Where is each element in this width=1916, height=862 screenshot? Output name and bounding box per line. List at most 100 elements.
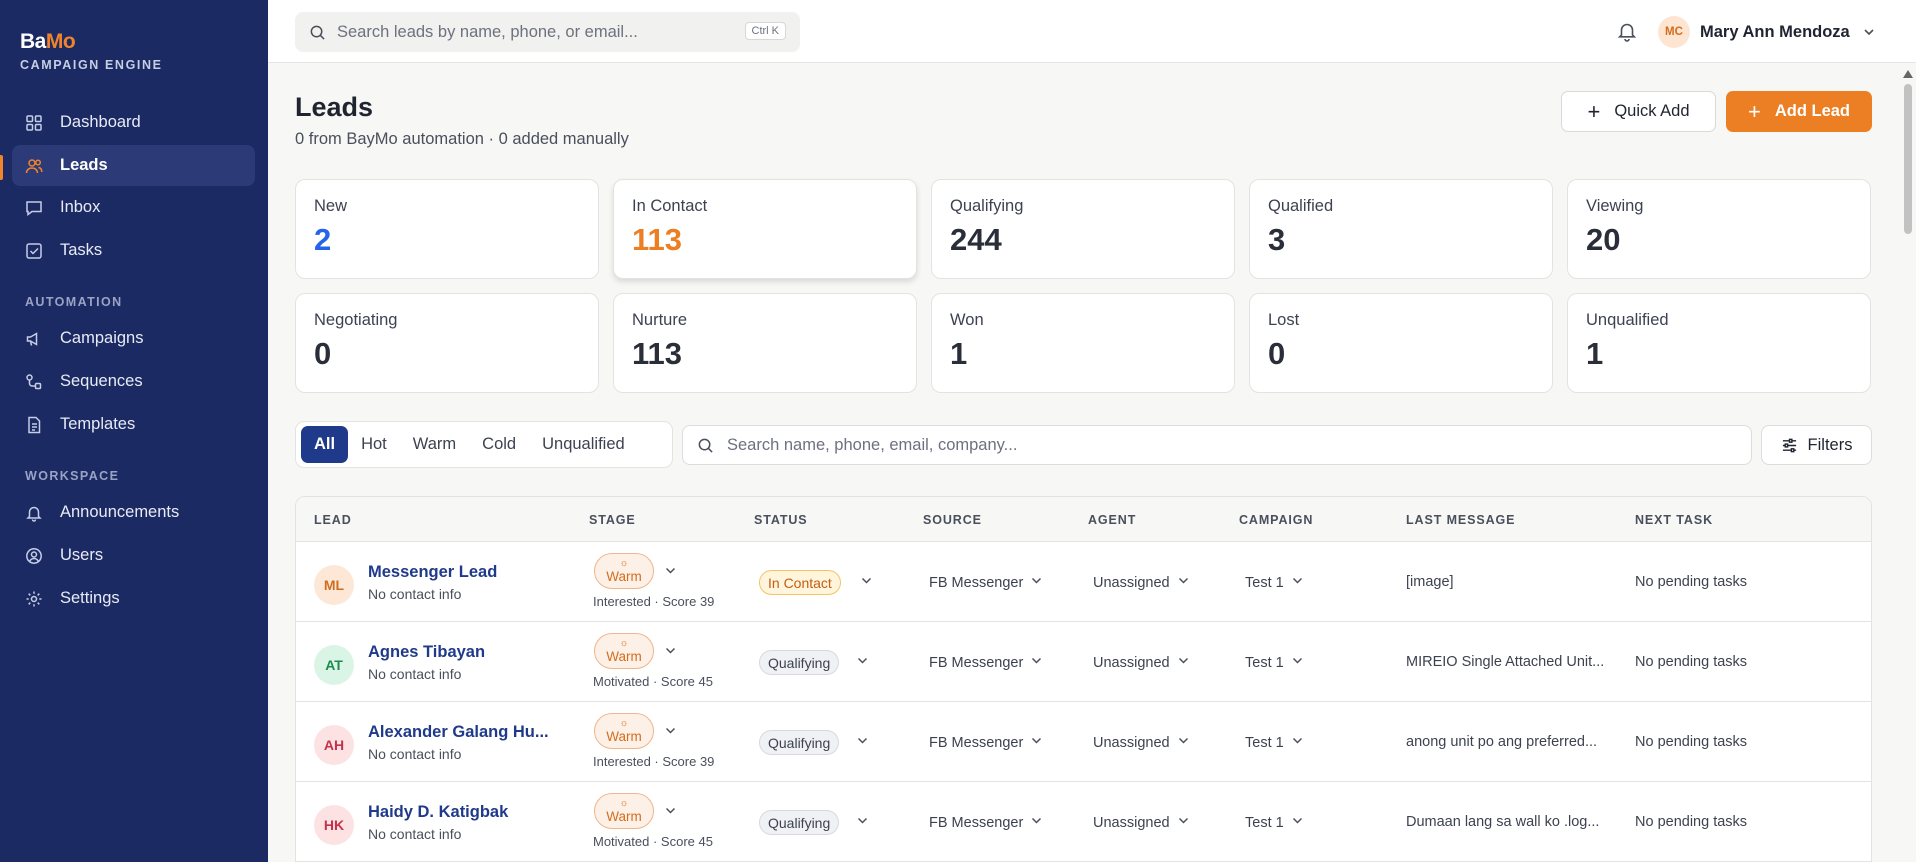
- status-badge[interactable]: Qualifying: [759, 650, 840, 675]
- sidebar-item-leads[interactable]: Leads: [12, 145, 255, 186]
- table-row[interactable]: AT Agnes Tibayan No contact info ☼ Warm Motiv…: [296, 622, 1871, 702]
- column-header-lead[interactable]: LEAD: [314, 513, 352, 527]
- quick-add-button[interactable]: + Quick Add: [1561, 91, 1716, 132]
- agent-dropdown[interactable]: Unassigned: [1093, 650, 1190, 675]
- lead-name-link[interactable]: Haidy D. Katigbak: [368, 803, 553, 822]
- user-circle-icon: [25, 547, 43, 565]
- chevron-down-icon[interactable]: [664, 564, 677, 577]
- stat-label: Viewing: [1586, 197, 1644, 215]
- lead-avatar: AH: [314, 725, 354, 765]
- stat-card-won[interactable]: Won 1: [931, 293, 1235, 393]
- sidebar-item-inbox[interactable]: Inbox: [12, 187, 255, 228]
- status-badge[interactable]: In Contact: [759, 570, 841, 595]
- stat-card-unqualified[interactable]: Unqualified 1: [1567, 293, 1871, 393]
- column-header-last-message[interactable]: LAST MESSAGE: [1406, 513, 1515, 527]
- chevron-down-icon[interactable]: [664, 644, 677, 657]
- stat-label: Lost: [1268, 311, 1300, 329]
- column-header-status[interactable]: STATUS: [754, 513, 808, 527]
- stat-value: 1: [1586, 336, 1604, 371]
- stat-value: 244: [950, 222, 1002, 257]
- sidebar-item-announcements[interactable]: Announcements: [12, 492, 255, 533]
- source-dropdown[interactable]: FB Messenger: [929, 570, 1043, 595]
- scroll-up-arrow[interactable]: [1903, 70, 1913, 78]
- table-row[interactable]: AH Alexander Galang Hu... No contact info ☼…: [296, 702, 1871, 782]
- filters-button[interactable]: Filters: [1761, 425, 1872, 465]
- lead-search-input[interactable]: [727, 435, 1687, 455]
- column-header-agent[interactable]: AGENT: [1088, 513, 1136, 527]
- table-header: LEAD STAGE STATUS SOURCE AGENT CAMPAIGN …: [296, 497, 1871, 542]
- campaign-dropdown[interactable]: Test 1: [1245, 650, 1304, 675]
- plus-icon: +: [1747, 98, 1761, 124]
- table-row[interactable]: HK Haidy D. Katigbak No contact info ☼ Warm M…: [296, 782, 1871, 862]
- last-message: [image]: [1406, 574, 1454, 590]
- sidebar: BaMo CAMPAIGN ENGINE Dashboard Leads Inb…: [0, 0, 268, 862]
- sidebar-item-users[interactable]: Users: [12, 535, 255, 576]
- source-dropdown[interactable]: FB Messenger: [929, 650, 1043, 675]
- stat-card-nurture[interactable]: Nurture 113: [613, 293, 917, 393]
- status-dropdown[interactable]: [849, 650, 869, 675]
- stat-card-viewing[interactable]: Viewing 20: [1567, 179, 1871, 279]
- scrollbar-thumb[interactable]: [1904, 84, 1912, 234]
- stage-badge[interactable]: ☼ Warm: [594, 713, 654, 749]
- tab-unqualified[interactable]: Unqualified: [529, 426, 638, 463]
- stat-card-new[interactable]: New 2: [295, 179, 599, 279]
- table-row[interactable]: ML Messenger Lead No contact info ☼ Warm Inte…: [296, 542, 1871, 622]
- global-search[interactable]: Ctrl K: [295, 12, 800, 52]
- tab-cold[interactable]: Cold: [469, 426, 529, 463]
- campaign-dropdown[interactable]: Test 1: [1245, 570, 1304, 595]
- stat-card-qualified[interactable]: Qualified 3: [1249, 179, 1553, 279]
- stage-badge[interactable]: ☼ Warm: [594, 633, 654, 669]
- brand-name-part2: Mo: [45, 30, 76, 53]
- lead-name-link[interactable]: Messenger Lead: [368, 563, 553, 582]
- global-search-input[interactable]: [337, 22, 727, 42]
- stage-badge[interactable]: ☼ Warm: [594, 793, 654, 829]
- tab-warm[interactable]: Warm: [400, 426, 469, 463]
- stat-card-negotiating[interactable]: Negotiating 0: [295, 293, 599, 393]
- sidebar-item-settings[interactable]: Settings: [12, 578, 255, 619]
- source-dropdown[interactable]: FB Messenger: [929, 730, 1043, 755]
- lead-search[interactable]: [682, 425, 1752, 465]
- sidebar-item-templates[interactable]: Templates: [12, 404, 255, 445]
- sidebar-item-sequences[interactable]: Sequences: [12, 361, 255, 402]
- agent-dropdown[interactable]: Unassigned: [1093, 730, 1190, 755]
- stat-card-lost[interactable]: Lost 0: [1249, 293, 1553, 393]
- status-badge[interactable]: Qualifying: [759, 730, 840, 755]
- lead-name-link[interactable]: Agnes Tibayan: [368, 643, 553, 662]
- agent-dropdown[interactable]: Unassigned: [1093, 570, 1190, 595]
- next-task: No pending tasks: [1635, 574, 1748, 590]
- agent-dropdown[interactable]: Unassigned: [1093, 810, 1190, 835]
- status-badge[interactable]: Qualifying: [759, 810, 840, 835]
- user-name: Mary Ann Mendoza: [1700, 22, 1850, 41]
- brand-logo[interactable]: BaMo CAMPAIGN ENGINE: [20, 30, 163, 72]
- stat-card-in-contact[interactable]: In Contact 113: [613, 179, 917, 279]
- add-lead-button[interactable]: + Add Lead: [1726, 91, 1872, 132]
- sidebar-item-tasks[interactable]: Tasks: [12, 230, 255, 271]
- source-dropdown[interactable]: FB Messenger: [929, 810, 1043, 835]
- column-header-source[interactable]: SOURCE: [923, 513, 982, 527]
- stage-badge[interactable]: ☼ Warm: [594, 553, 654, 589]
- stat-label: New: [314, 197, 348, 215]
- user-menu[interactable]: MC Mary Ann Mendoza: [1658, 16, 1876, 48]
- chevron-down-icon: [1284, 734, 1304, 751]
- status-dropdown[interactable]: [849, 730, 869, 755]
- status-dropdown[interactable]: [853, 570, 873, 595]
- campaign-dropdown[interactable]: Test 1: [1245, 730, 1304, 755]
- column-header-next-task[interactable]: NEXT TASK: [1635, 513, 1713, 527]
- sidebar-item-dashboard[interactable]: Dashboard: [12, 102, 255, 143]
- campaign-dropdown[interactable]: Test 1: [1245, 810, 1304, 835]
- notification-bell-icon[interactable]: [1616, 20, 1638, 42]
- column-header-stage[interactable]: STAGE: [589, 513, 636, 527]
- column-header-campaign[interactable]: CAMPAIGN: [1239, 513, 1313, 527]
- stat-card-qualifying[interactable]: Qualifying 244: [931, 179, 1235, 279]
- tab-hot[interactable]: Hot: [348, 426, 400, 463]
- tab-all[interactable]: All: [301, 426, 349, 463]
- chevron-down-icon[interactable]: [664, 724, 677, 737]
- stat-value: 113: [632, 336, 683, 371]
- chevron-down-icon[interactable]: [664, 804, 677, 817]
- sidebar-item-label: Tasks: [60, 241, 103, 259]
- stage-meta: Interested · Score 39: [593, 594, 715, 609]
- sidebar-item-campaigns[interactable]: Campaigns: [12, 318, 255, 359]
- sequence-icon: [25, 373, 43, 391]
- lead-name-link[interactable]: Alexander Galang Hu...: [368, 723, 553, 742]
- status-dropdown[interactable]: [849, 810, 869, 835]
